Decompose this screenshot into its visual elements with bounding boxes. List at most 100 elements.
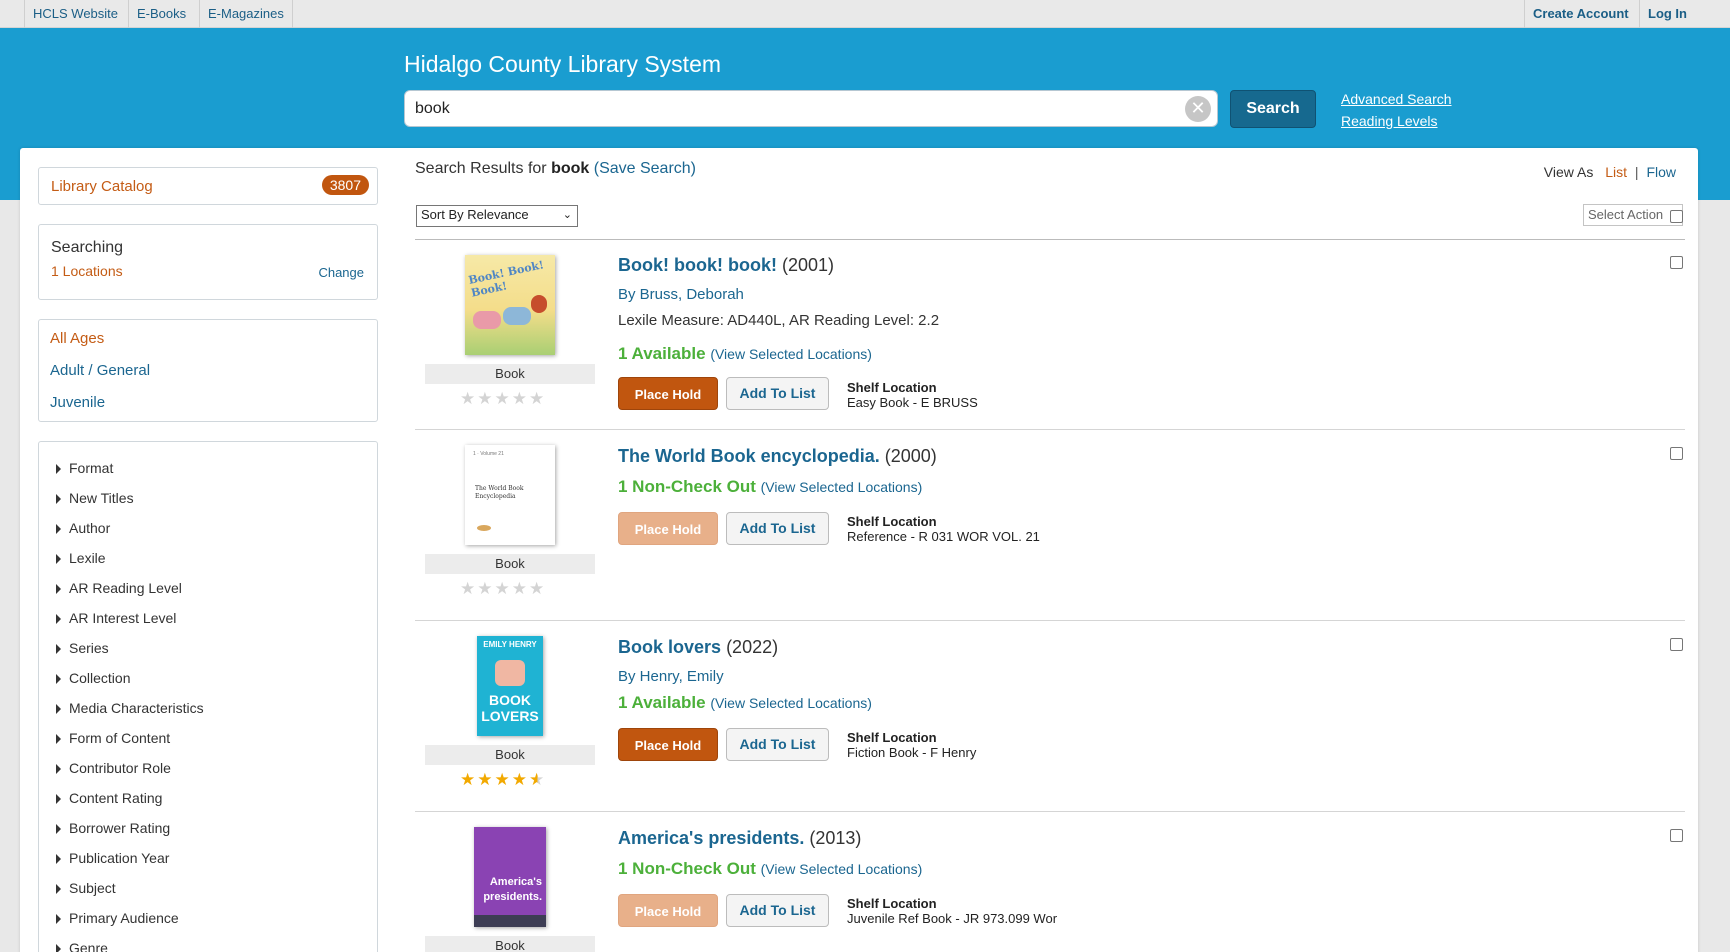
emagazines-link[interactable]: E-Magazines [199,0,293,28]
rating-stars[interactable]: ★★★★★ [460,579,546,599]
availability-status: 1 Non-Check Out (View Selected Locations… [618,477,923,496]
result-title-link[interactable]: Book lovers [618,637,721,657]
expand-arrow-icon [56,824,61,834]
clear-search-icon[interactable]: ✕ [1185,96,1211,122]
result-title: Book! book! book! (2001) [618,255,835,275]
add-to-list-button[interactable]: Add To List [726,894,829,927]
facet-ar-reading-level[interactable]: AR Reading Level [56,580,182,596]
place-hold-button[interactable]: Place Hold [618,512,718,545]
availability-status: 1 Available (View Selected Locations) [618,693,872,712]
view-locations-link[interactable]: (View Selected Locations) [710,695,872,711]
age-juvenile[interactable]: Juvenile [50,394,105,411]
library-catalog-box[interactable]: Library Catalog 3807 [38,167,378,205]
book-cover-1[interactable]: Book! Book! Book! [465,255,555,355]
facets-box: Format New Titles Author Lexile AR Readi… [38,441,378,952]
create-account-link[interactable]: Create Account [1524,0,1637,28]
expand-arrow-icon [56,494,61,504]
facet-borrower-rating[interactable]: Borrower Rating [56,820,170,836]
expand-arrow-icon [56,914,61,924]
library-catalog-label: Library Catalog [51,178,153,195]
expand-arrow-icon [56,794,61,804]
rating-stars[interactable]: ★★★★★ [460,389,546,409]
add-to-list-button[interactable]: Add To List [726,728,829,761]
expand-arrow-icon [56,764,61,774]
facet-form-of-content[interactable]: Form of Content [56,730,170,746]
change-locations-link[interactable]: Change [318,265,364,280]
format-label: Book [425,745,595,765]
top-utility-bar: HCLS Website E-Books E-Magazines Create … [0,0,1730,28]
view-locations-link[interactable]: (View Selected Locations) [761,479,923,495]
catalog-count-badge: 3807 [321,175,369,195]
ebooks-link[interactable]: E-Books [128,0,194,28]
log-in-link[interactable]: Log In [1639,0,1695,28]
shelf-location-value: Reference - R 031 WOR VOL. 21 [847,529,1040,544]
expand-arrow-icon [56,854,61,864]
shelf-location-value: Fiction Book - F Henry [847,745,977,760]
result-title: The World Book encyclopedia. (2000) [618,446,937,466]
book-cover-2[interactable]: 1 · Volume 21 The World Book Encyclopedi… [465,445,555,545]
result-checkbox[interactable] [1670,829,1683,842]
facet-genre[interactable]: Genre [56,940,108,952]
result-author-link[interactable]: By Bruss, Deborah [618,286,744,303]
book-cover-4[interactable]: America's presidents. [474,827,546,927]
result-divider [415,620,1685,621]
result-title: America's presidents. (2013) [618,828,862,848]
searching-box: Searching 1 Locations Change [38,224,378,300]
place-hold-button[interactable]: Place Hold [618,728,718,761]
facet-subject[interactable]: Subject [56,880,116,896]
result-title-link[interactable]: Book! book! book! [618,255,777,275]
place-hold-button[interactable]: Place Hold [618,377,718,410]
site-title: Hidalgo County Library System [404,51,722,77]
shelf-location-label: Shelf Location [847,380,937,395]
expand-arrow-icon [56,644,61,654]
result-checkbox[interactable] [1670,256,1683,269]
place-hold-button[interactable]: Place Hold [618,894,718,927]
facet-author[interactable]: Author [56,520,110,536]
add-to-list-button[interactable]: Add To List [726,377,829,410]
facet-format[interactable]: Format [56,460,113,476]
facet-series[interactable]: Series [56,640,109,656]
result-divider [415,429,1685,430]
view-locations-link[interactable]: (View Selected Locations) [761,861,923,877]
result-author-link[interactable]: By Henry, Emily [618,668,724,685]
main-panel: Library Catalog 3807 Searching 1 Locatio… [20,148,1698,952]
book-cover-3[interactable]: EMILY HENRY BOOK LOVERS [477,636,543,736]
search-query: book [551,160,590,177]
facet-lexile[interactable]: Lexile [56,550,106,566]
result-divider [415,811,1685,812]
facet-publication-year[interactable]: Publication Year [56,850,169,866]
search-button[interactable]: Search [1230,90,1316,128]
hcls-website-link[interactable]: HCLS Website [24,0,126,28]
view-as-flow-link[interactable]: Flow [1646,164,1676,180]
chevron-down-icon: ⌄ [562,209,572,221]
select-action-dropdown[interactable]: Select Action⌄ [1583,204,1683,226]
add-to-list-button[interactable]: Add To List [726,512,829,545]
search-input[interactable]: book ✕ [404,90,1218,127]
result-title-link[interactable]: America's presidents. [618,828,804,848]
facet-contributor-role[interactable]: Contributor Role [56,760,171,776]
advanced-search-link[interactable]: Advanced Search [1341,91,1452,107]
reading-levels-link[interactable]: Reading Levels [1341,113,1438,129]
facet-collection[interactable]: Collection [56,670,130,686]
view-locations-link[interactable]: (View Selected Locations) [710,346,872,362]
shelf-location-label: Shelf Location [847,730,937,745]
results-heading: Search Results for book (Save Search) [415,160,696,177]
save-search-link[interactable]: (Save Search) [594,160,696,177]
sort-select[interactable]: Sort By Relevance ⌄ [416,205,578,227]
result-title: Book lovers (2022) [618,637,779,657]
age-adult-general[interactable]: Adult / General [50,362,150,379]
rating-stars[interactable]: ★★★★★ [460,770,546,790]
select-all-checkbox[interactable] [1670,210,1683,223]
locations-count: 1 Locations [51,263,123,279]
result-checkbox[interactable] [1670,447,1683,460]
facet-ar-interest-level[interactable]: AR Interest Level [56,610,176,626]
facet-primary-audience[interactable]: Primary Audience [56,910,179,926]
view-as-toggle: View As List | Flow [1543,164,1676,180]
result-checkbox[interactable] [1670,638,1683,651]
age-all-ages[interactable]: All Ages [50,330,104,347]
facet-new-titles[interactable]: New Titles [56,490,134,506]
facet-media-characteristics[interactable]: Media Characteristics [56,700,204,716]
facet-content-rating[interactable]: Content Rating [56,790,162,806]
view-as-list-link[interactable]: List [1605,164,1627,180]
result-title-link[interactable]: The World Book encyclopedia. [618,446,880,466]
